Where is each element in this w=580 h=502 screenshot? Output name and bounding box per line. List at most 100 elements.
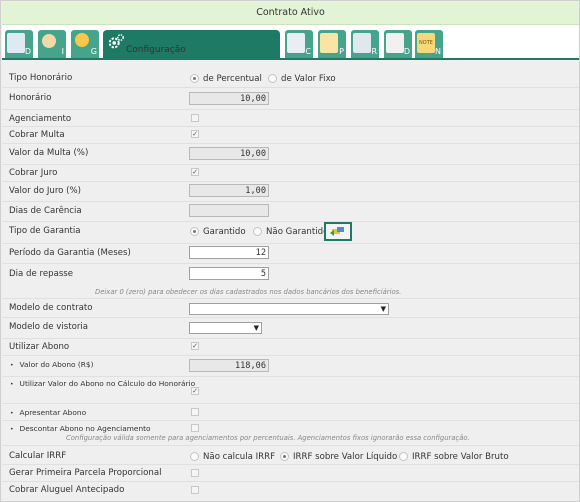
- abono-calculo-label: Utilizar Valor do Abono no Cálculo do Ho…: [10, 379, 196, 388]
- radio-de-valor-fixo-label: de Valor Fixo: [281, 74, 336, 84]
- modelo-vistoria-label: Modelo de vistoria: [9, 322, 89, 332]
- radio-irrf-valor-bruto-label: IRRF sobre Valor Bruto: [412, 452, 509, 462]
- link-arrows-icon: [330, 227, 344, 236]
- calcular-irrf-label: Calcular IRRF: [9, 451, 67, 461]
- descontar-abono-checkbox[interactable]: [191, 424, 199, 432]
- radio-nao-garantido[interactable]: [253, 227, 262, 236]
- row-honorario: Honorário 10,00: [2, 89, 579, 110]
- tab-c-checklist[interactable]: C: [285, 30, 313, 58]
- descontar-abono-label: Descontar Abono no Agenciamento: [10, 424, 151, 433]
- row-valor-juro: Valor do Juro (%) 1,00: [2, 182, 579, 202]
- contract-window: Contrato Ativo D I G Configuração C P R …: [0, 0, 580, 502]
- abono-calculo-checkbox[interactable]: ✓: [191, 387, 199, 395]
- tab-i-inquilino[interactable]: I: [38, 30, 66, 58]
- garantia-action-button[interactable]: [324, 222, 352, 241]
- descontar-abono-hint: Configuração válida somente para agencia…: [66, 434, 470, 442]
- radio-garantido[interactable]: [190, 227, 199, 236]
- user-icon: [42, 34, 56, 48]
- radio-de-percentual-label: de Percentual: [203, 74, 262, 84]
- dias-carencia-label: Dias de Carência: [9, 206, 82, 216]
- tab-bar: D I G Configuração C P R D NOTE N: [2, 25, 579, 59]
- gear-icon: [108, 34, 124, 49]
- aluguel-antecipado-label: Cobrar Aluguel Antecipado: [9, 485, 125, 495]
- valor-abono-input[interactable]: 118,06: [189, 359, 269, 372]
- dias-carencia-input[interactable]: [189, 204, 269, 217]
- agenciamento-checkbox[interactable]: [191, 114, 199, 122]
- honorario-input[interactable]: 10,00: [189, 92, 269, 105]
- row-dias-carencia: Dias de Carência: [2, 202, 579, 222]
- radio-de-percentual[interactable]: [190, 74, 199, 83]
- valor-multa-input[interactable]: 10,00: [189, 147, 269, 160]
- tab-d-documentos[interactable]: D: [384, 30, 412, 58]
- modelo-vistoria-select[interactable]: ▼: [189, 322, 262, 334]
- row-modelo-contrato: Modelo de contrato ▼: [2, 299, 579, 318]
- row-valor-abono: Valor do Abono (R$) 118,06: [2, 356, 579, 377]
- row-dia-repasse: Dia de repasse 5 Deixar 0 (zero) para ob…: [2, 264, 579, 299]
- tab-p-pagamento[interactable]: P: [318, 30, 346, 58]
- checklist-icon: [287, 33, 305, 53]
- documents-icon: [386, 33, 404, 53]
- dia-repasse-input[interactable]: 5: [189, 267, 269, 280]
- utilizar-abono-checkbox[interactable]: ✓: [191, 342, 199, 350]
- cobrar-juro-label: Cobrar Juro: [9, 168, 58, 178]
- tab-r-relatorio[interactable]: R: [351, 30, 379, 58]
- radio-de-valor-fixo[interactable]: [268, 74, 277, 83]
- tab-d-dados[interactable]: D: [5, 30, 33, 58]
- periodo-garantia-label: Período da Garantia (Meses): [9, 248, 131, 258]
- tab-configuracao-label: Configuração: [126, 45, 186, 55]
- utilizar-abono-label: Utilizar Abono: [9, 342, 70, 352]
- row-aluguel-antecipado: Cobrar Aluguel Antecipado: [2, 482, 579, 498]
- primeira-parcela-label: Gerar Primeira Parcela Proporcional: [9, 468, 162, 478]
- tab-configuracao[interactable]: Configuração: [103, 30, 280, 58]
- dia-repasse-hint: Deixar 0 (zero) para obedecer os dias ca…: [95, 288, 402, 296]
- valor-abono-label: Valor do Abono (R$): [10, 360, 94, 369]
- aluguel-antecipado-checkbox[interactable]: [191, 486, 199, 494]
- tab-n-notas[interactable]: NOTE N: [415, 30, 443, 58]
- agenciamento-label: Agenciamento: [9, 114, 72, 124]
- modelo-contrato-label: Modelo de contrato: [9, 303, 93, 313]
- cobrar-juro-checkbox[interactable]: ✓: [191, 168, 199, 176]
- chevron-down-icon: ▼: [253, 324, 259, 332]
- radio-irrf-valor-liquido[interactable]: [280, 452, 289, 461]
- configuration-form: Tipo Honorário de Percentual de Valor Fi…: [2, 61, 579, 501]
- tipo-garantia-label: Tipo de Garantia: [9, 226, 81, 236]
- dia-repasse-label: Dia de repasse: [9, 269, 74, 279]
- apresentar-abono-checkbox[interactable]: [191, 408, 199, 416]
- row-apresentar-abono: Apresentar Abono: [2, 404, 579, 421]
- radio-irrf-valor-bruto[interactable]: [399, 452, 408, 461]
- valor-juro-input[interactable]: 1,00: [189, 184, 269, 197]
- periodo-garantia-input[interactable]: 12: [189, 246, 269, 259]
- radio-nao-calcula-irrf-label: Não calcula IRRF: [203, 452, 276, 462]
- report-icon: [353, 33, 371, 53]
- row-cobrar-multa: Cobrar Multa ✓: [2, 127, 579, 144]
- row-agenciamento: Agenciamento: [2, 110, 579, 127]
- award-icon: [75, 33, 89, 47]
- tipo-honorario-label: Tipo Honorário: [9, 73, 73, 83]
- row-primeira-parcela: Gerar Primeira Parcela Proporcional: [2, 465, 579, 482]
- note-icon: NOTE: [417, 33, 435, 53]
- cobrar-multa-checkbox[interactable]: ✓: [191, 130, 199, 138]
- row-calcular-irrf: Calcular IRRF Não calcula IRRF IRRF sobr…: [2, 447, 579, 465]
- tab-underline: [2, 58, 579, 60]
- row-cobrar-juro: Cobrar Juro ✓: [2, 165, 579, 182]
- row-abono-calculo: Utilizar Valor do Abono no Cálculo do Ho…: [2, 377, 579, 404]
- modelo-contrato-select[interactable]: ▼: [189, 303, 389, 315]
- row-valor-multa: Valor da Multa (%) 10,00: [2, 144, 579, 165]
- row-tipo-honorario: Tipo Honorário de Percentual de Valor Fi…: [2, 70, 579, 88]
- row-descontar-abono: Descontar Abono no Agenciamento Configur…: [2, 421, 579, 446]
- radio-nao-garantido-label: Não Garantido: [266, 227, 329, 237]
- folder-icon: [320, 33, 338, 53]
- row-periodo-garantia: Período da Garantia (Meses) 12: [2, 244, 579, 264]
- tab-g-garantia[interactable]: G: [71, 30, 99, 58]
- apresentar-abono-label: Apresentar Abono: [10, 408, 87, 417]
- document-user-icon: [7, 33, 25, 53]
- cobrar-multa-label: Cobrar Multa: [9, 130, 65, 140]
- row-modelo-vistoria: Modelo de vistoria ▼: [2, 318, 579, 339]
- radio-nao-calcula-irrf[interactable]: [190, 452, 199, 461]
- row-tipo-garantia: Tipo de Garantia Garantido Não Garantido: [2, 222, 579, 244]
- primeira-parcela-checkbox[interactable]: [191, 469, 199, 477]
- chevron-down-icon: ▼: [380, 305, 386, 313]
- radio-garantido-label: Garantido: [203, 227, 246, 237]
- row-utilizar-abono: Utilizar Abono ✓: [2, 339, 579, 356]
- radio-irrf-valor-liquido-label: IRRF sobre Valor Líquido: [293, 452, 398, 462]
